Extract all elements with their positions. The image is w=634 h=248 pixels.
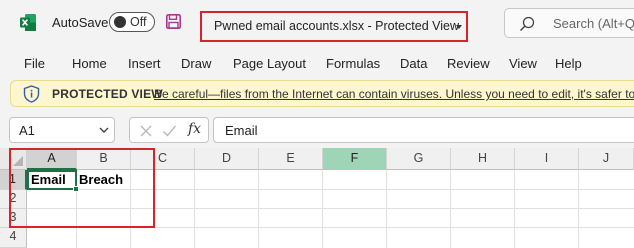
tab-page-layout[interactable]: Page Layout	[233, 56, 306, 71]
autosave-state: Off	[130, 15, 147, 29]
tab-view[interactable]: View	[509, 56, 537, 71]
gridline	[258, 170, 259, 248]
column-header-d[interactable]: D	[195, 148, 259, 170]
document-title: Pwned email accounts.xlsx - Protected Vi…	[214, 19, 460, 33]
autosave-label: AutoSave	[52, 15, 109, 30]
save-icon[interactable]	[166, 14, 181, 29]
search-box[interactable]: Search (Alt+Q)	[504, 8, 634, 38]
toggle-knob	[114, 16, 126, 28]
title-bar: AutoSave Off Pwned email accounts.xlsx -…	[0, 0, 634, 44]
column-header-f[interactable]: F	[323, 148, 387, 170]
tab-draw[interactable]: Draw	[181, 56, 211, 71]
shield-icon	[23, 85, 40, 103]
close-icon[interactable]	[139, 124, 153, 138]
gridline	[322, 170, 323, 248]
formula-controls: fx	[129, 117, 209, 143]
tab-home[interactable]: Home	[72, 56, 107, 71]
formula-value: Email	[225, 123, 258, 138]
check-icon[interactable]	[162, 124, 177, 138]
caret-down-icon	[456, 25, 462, 29]
search-icon	[520, 16, 535, 31]
gridline	[514, 170, 515, 248]
tab-insert[interactable]: Insert	[128, 56, 161, 71]
column-header-h[interactable]: H	[451, 148, 515, 170]
autosave-toggle[interactable]: Off	[109, 12, 155, 32]
formula-bar: A1 fx Email	[0, 115, 634, 145]
gridline	[578, 170, 579, 248]
name-box-value: A1	[19, 123, 35, 138]
protected-view-message[interactable]: Be careful—files from the Internet can c…	[154, 87, 634, 101]
tab-data[interactable]: Data	[400, 56, 427, 71]
column-header-g[interactable]: G	[387, 148, 451, 170]
tab-formulas[interactable]: Formulas	[326, 56, 380, 71]
gridline	[194, 170, 195, 248]
gridline	[386, 170, 387, 248]
insert-function-button[interactable]: fx	[188, 121, 201, 137]
column-header-e[interactable]: E	[259, 148, 323, 170]
protected-view-title: PROTECTED VIEW	[52, 87, 163, 101]
row-header-4[interactable]: 4	[0, 228, 27, 248]
name-box[interactable]: A1	[9, 117, 115, 143]
protected-view-bar: PROTECTED VIEW Be careful—files from the…	[10, 80, 634, 107]
tab-file[interactable]: File	[24, 56, 45, 71]
excel-logo-icon	[20, 14, 36, 31]
chevron-down-icon[interactable]	[98, 124, 110, 136]
gridline	[450, 170, 451, 248]
column-header-i[interactable]: I	[515, 148, 579, 170]
tab-help[interactable]: Help	[555, 56, 582, 71]
spreadsheet-grid: A B C D E F G H I J 1 2 3 4 Email Breach	[0, 148, 634, 248]
document-title-box[interactable]: Pwned email accounts.xlsx - Protected Vi…	[200, 11, 468, 42]
formula-input[interactable]: Email	[213, 117, 634, 143]
column-header-j[interactable]: J	[579, 148, 634, 170]
search-placeholder: Search (Alt+Q)	[553, 16, 634, 31]
tab-review[interactable]: Review	[447, 56, 490, 71]
annotation-highlight-box	[9, 148, 155, 228]
ribbon-tabs: File Home Insert Draw Page Layout Formul…	[0, 50, 634, 76]
